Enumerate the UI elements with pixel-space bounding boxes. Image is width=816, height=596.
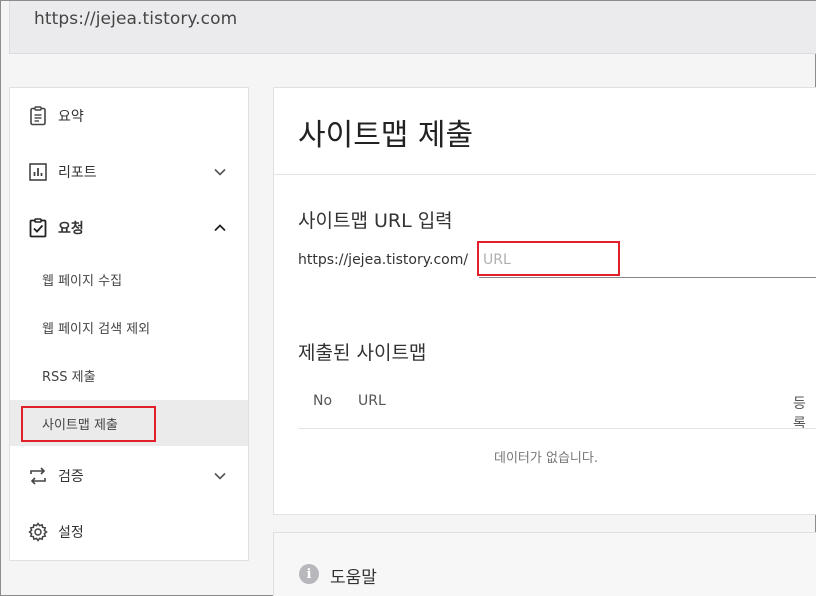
sidebar-item-label: 설정 bbox=[58, 525, 84, 541]
gear-icon bbox=[28, 522, 48, 542]
chevron-down-icon[interactable] bbox=[213, 165, 227, 179]
clipboard-check-icon bbox=[29, 218, 47, 238]
site-url: https://jejea.tistory.com bbox=[34, 9, 238, 29]
sidebar-item-verify[interactable]: 검증 bbox=[10, 448, 248, 504]
page-title: 사이트맵 제출 bbox=[298, 118, 474, 153]
sidebar-item-summary[interactable]: 요약 bbox=[10, 88, 248, 144]
sitemap-url-prefix: https://jejea.tistory.com/ bbox=[298, 252, 469, 268]
swap-arrows-icon bbox=[30, 467, 46, 485]
sidebar-item-label: 검증 bbox=[58, 469, 84, 485]
highlight-box-url-input bbox=[477, 241, 620, 276]
sidebar-item-request[interactable]: 요청 bbox=[10, 200, 248, 256]
sidebar-subitem-label: 웹 페이지 검색 제외 bbox=[42, 321, 151, 337]
sidebar-subitem-label: 웹 페이지 수집 bbox=[42, 273, 123, 289]
sidebar-item-label: 요약 bbox=[58, 109, 84, 125]
sidebar-item-label: 리포트 bbox=[58, 165, 97, 181]
column-header-no: No bbox=[313, 393, 333, 409]
info-icon: i bbox=[299, 564, 319, 584]
table-divider bbox=[298, 428, 816, 429]
sidebar-subitem-web-page-exclude[interactable]: 웹 페이지 검색 제외 bbox=[10, 304, 248, 350]
sidebar-subitem-label: RSS 제출 bbox=[42, 369, 96, 385]
sidebar-item-label: 요청 bbox=[58, 221, 84, 237]
site-address-bar: https://jejea.tistory.com bbox=[9, 1, 816, 54]
submitted-sitemaps-title: 제출된 사이트맵 bbox=[298, 342, 427, 364]
clipboard-icon bbox=[30, 106, 46, 126]
chevron-up-icon[interactable] bbox=[213, 221, 227, 235]
sidebar-item-settings[interactable]: 설정 bbox=[10, 504, 248, 560]
empty-table-message: 데이터가 없습니다. bbox=[494, 451, 598, 466]
chevron-down-icon[interactable] bbox=[213, 469, 227, 483]
column-header-registered: 등록 bbox=[793, 396, 806, 432]
sitemap-submit-panel: 사이트맵 제출 사이트맵 URL 입력 https://jejea.tistor… bbox=[273, 87, 816, 515]
column-header-url: URL bbox=[358, 393, 386, 409]
help-panel[interactable]: i 도움말 bbox=[273, 532, 816, 596]
sidebar-subitem-web-page-collect[interactable]: 웹 페이지 수집 bbox=[10, 256, 248, 302]
sidebar-subitem-rss-submit[interactable]: RSS 제출 bbox=[10, 352, 248, 398]
divider bbox=[274, 174, 816, 175]
sidebar-item-report[interactable]: 리포트 bbox=[10, 144, 248, 200]
sitemap-url-section-title: 사이트맵 URL 입력 bbox=[298, 210, 453, 232]
highlight-box-sitemap bbox=[21, 406, 156, 442]
bar-chart-icon bbox=[29, 163, 47, 181]
help-label: 도움말 bbox=[330, 568, 377, 588]
sidebar: 요약 리포트 요청 웹 페이지 수집 웹 페이지 검색 제외 RSS 제출 사이… bbox=[9, 87, 249, 561]
